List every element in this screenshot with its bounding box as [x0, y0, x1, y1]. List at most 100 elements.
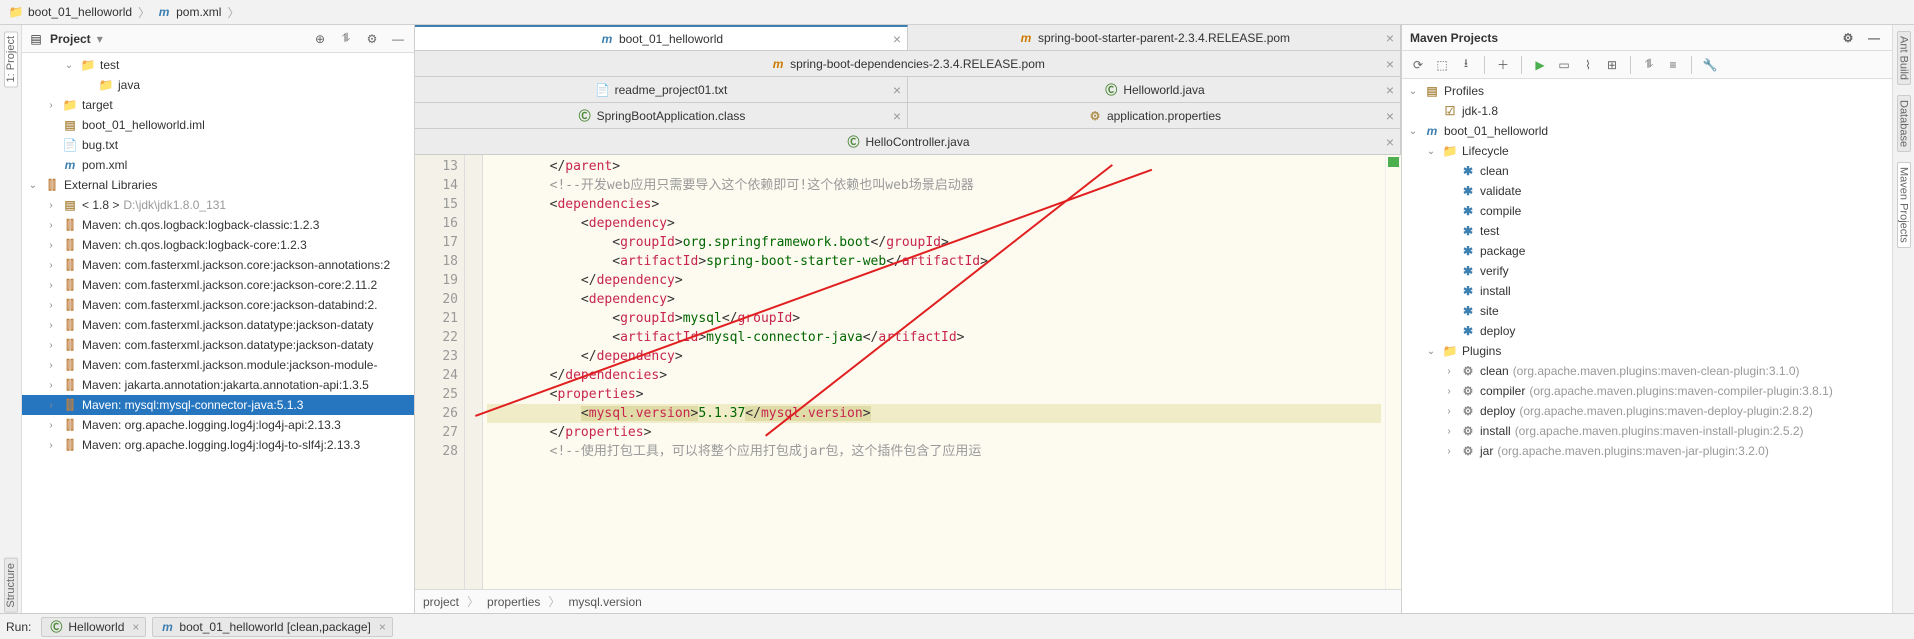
expand-arrow-icon[interactable]: ⌄ — [1406, 86, 1420, 97]
tree-node[interactable]: ›⫿⫿Maven: ch.qos.logback:logback-core:1.… — [22, 235, 414, 255]
maven-node[interactable]: ›⚙install (org.apache.maven.plugins:mave… — [1402, 421, 1892, 441]
code-breadcrumb[interactable]: project〉 properties〉 mysql.version — [415, 589, 1401, 613]
gear-icon[interactable]: ⚙ — [362, 29, 382, 49]
maven-node[interactable]: ✱site — [1402, 301, 1892, 321]
crumb-item[interactable]: project — [423, 595, 459, 609]
tree-node[interactable]: ›⫿⫿Maven: ch.qos.logback:logback-classic… — [22, 215, 414, 235]
chevron-down-icon[interactable]: ▾ — [97, 32, 103, 46]
expand-arrow-icon[interactable]: › — [1442, 426, 1456, 437]
close-icon[interactable]: × — [379, 620, 386, 634]
maven-node[interactable]: ✱deploy — [1402, 321, 1892, 341]
tool-tab-structure[interactable]: Structure — [4, 558, 18, 613]
tree-node[interactable]: 📄bug.txt — [22, 135, 414, 155]
expand-arrow-icon[interactable]: › — [1442, 406, 1456, 417]
maven-node[interactable]: ⌄📁Plugins — [1402, 341, 1892, 361]
wrench-icon[interactable]: 🔧 — [1700, 55, 1720, 75]
close-icon[interactable]: × — [1386, 30, 1394, 46]
expand-arrow-icon[interactable]: › — [44, 440, 58, 451]
maven-node[interactable]: ✱install — [1402, 281, 1892, 301]
breadcrumb-file[interactable]: pom.xml — [176, 5, 221, 19]
maven-node[interactable]: ✱verify — [1402, 261, 1892, 281]
tool-tab-project[interactable]: 1: Project — [4, 31, 18, 87]
add-icon[interactable]: ＋ — [1493, 55, 1513, 75]
close-icon[interactable]: × — [893, 108, 901, 124]
tree-node[interactable]: ›⫿⫿Maven: org.apache.logging.log4j:log4j… — [22, 415, 414, 435]
editor-tab[interactable]: ⒸHelloController.java× — [415, 129, 1401, 154]
tree-node[interactable]: ›📁target — [22, 95, 414, 115]
tree-node[interactable]: ›⫿⫿Maven: com.fasterxml.jackson.datatype… — [22, 315, 414, 335]
tree-node[interactable]: ›⫿⫿Maven: org.apache.logging.log4j:log4j… — [22, 435, 414, 455]
tree-node[interactable]: ›⫿⫿Maven: com.fasterxml.jackson.core:jac… — [22, 275, 414, 295]
run-tab[interactable]: mboot_01_helloworld [clean,package]× — [152, 617, 393, 637]
expand-arrow-icon[interactable]: ⌄ — [62, 60, 76, 71]
maven-node[interactable]: ✱test — [1402, 221, 1892, 241]
editor-tab[interactable]: mspring-boot-dependencies-2.3.4.RELEASE.… — [415, 51, 1401, 76]
tree-node[interactable]: ⌄⫿⫿External Libraries — [22, 175, 414, 195]
expand-arrow-icon[interactable]: › — [44, 200, 58, 211]
hide-icon[interactable]: — — [388, 29, 408, 49]
code-area[interactable]: </parent> <!--开发web应用只需要导入这个依赖即可!这个依赖也叫w… — [483, 155, 1385, 589]
maven-node[interactable]: ✱clean — [1402, 161, 1892, 181]
expand-arrow-icon[interactable]: ⌄ — [1406, 126, 1420, 137]
editor[interactable]: 13141516171819202122232425262728 </paren… — [415, 155, 1401, 589]
tree-node[interactable]: ›⫿⫿Maven: mysql:mysql-connector-java:5.1… — [22, 395, 414, 415]
expand-arrow-icon[interactable]: › — [44, 380, 58, 391]
maven-node[interactable]: ✱validate — [1402, 181, 1892, 201]
expand-arrow-icon[interactable]: › — [44, 100, 58, 111]
close-icon[interactable]: × — [132, 620, 139, 634]
editor-tab[interactable]: 📄readme_project01.txt× — [415, 77, 908, 102]
expand-arrow-icon[interactable]: › — [1442, 446, 1456, 457]
generate-sources-icon[interactable]: ⬚ — [1432, 55, 1452, 75]
expand-arrow-icon[interactable]: › — [44, 420, 58, 431]
locate-icon[interactable]: ⊕ — [310, 29, 330, 49]
tree-node[interactable]: ›⫿⫿Maven: com.fasterxml.jackson.datatype… — [22, 335, 414, 355]
expand-icon[interactable]: ≡ — [1663, 55, 1683, 75]
tree-node[interactable]: ›⫿⫿Maven: com.fasterxml.jackson.core:jac… — [22, 295, 414, 315]
collapse-icon[interactable]: ⥮ — [336, 29, 356, 49]
maven-node[interactable]: ⌄▤Profiles — [1402, 81, 1892, 101]
project-tree[interactable]: ⌄📁test📁java›📁target▤boot_01_helloworld.i… — [22, 53, 414, 613]
expand-arrow-icon[interactable]: › — [44, 400, 58, 411]
close-icon[interactable]: × — [1386, 108, 1394, 124]
maven-node[interactable]: ›⚙jar (org.apache.maven.plugins:maven-ja… — [1402, 441, 1892, 461]
download-icon[interactable]: ⭳ — [1456, 55, 1476, 75]
expand-arrow-icon[interactable]: › — [44, 220, 58, 231]
close-icon[interactable]: × — [893, 31, 901, 47]
execute-icon[interactable]: ▭ — [1554, 55, 1574, 75]
expand-arrow-icon[interactable]: › — [44, 280, 58, 291]
tool-tab-maven[interactable]: Maven Projects — [1897, 162, 1911, 248]
expand-arrow-icon[interactable]: › — [44, 360, 58, 371]
close-icon[interactable]: × — [1386, 134, 1394, 150]
tree-node[interactable]: ›▤< 1.8 > D:\jdk\jdk1.8.0_131 — [22, 195, 414, 215]
breadcrumb-root[interactable]: boot_01_helloworld — [28, 5, 132, 19]
expand-arrow-icon[interactable]: ⌄ — [1424, 146, 1438, 157]
refresh-icon[interactable]: ⟳ — [1408, 55, 1428, 75]
maven-node[interactable]: ›⚙deploy (org.apache.maven.plugins:maven… — [1402, 401, 1892, 421]
editor-tab[interactable]: ⒸHelloworld.java× — [908, 77, 1401, 102]
tree-node[interactable]: ›⫿⫿Maven: jakarta.annotation:jakarta.ann… — [22, 375, 414, 395]
close-icon[interactable]: × — [893, 82, 901, 98]
maven-tree[interactable]: ⌄▤Profiles☑jdk-1.8⌄mboot_01_helloworld⌄📁… — [1402, 79, 1892, 613]
expand-arrow-icon[interactable]: › — [44, 260, 58, 271]
tree-node[interactable]: ›⫿⫿Maven: com.fasterxml.jackson.core:jac… — [22, 255, 414, 275]
close-icon[interactable]: × — [1386, 56, 1394, 72]
expand-arrow-icon[interactable]: › — [44, 300, 58, 311]
collapse-all-icon[interactable]: ⥮ — [1639, 55, 1659, 75]
tree-node[interactable]: ▤boot_01_helloworld.iml — [22, 115, 414, 135]
tree-node[interactable]: ⌄📁test — [22, 55, 414, 75]
crumb-item[interactable]: properties — [487, 595, 540, 609]
maven-node[interactable]: ›⚙clean (org.apache.maven.plugins:maven-… — [1402, 361, 1892, 381]
expand-arrow-icon[interactable]: ⌄ — [1424, 346, 1438, 357]
maven-node[interactable]: ✱package — [1402, 241, 1892, 261]
tree-node[interactable]: mpom.xml — [22, 155, 414, 175]
run-icon[interactable]: ▶ — [1530, 55, 1550, 75]
expand-arrow-icon[interactable]: › — [44, 340, 58, 351]
expand-arrow-icon[interactable]: › — [1442, 366, 1456, 377]
toggle-skip-tests-icon[interactable]: ⌇ — [1578, 55, 1598, 75]
maven-node[interactable]: ⌄📁Lifecycle — [1402, 141, 1892, 161]
editor-tab[interactable]: ⚙application.properties× — [908, 103, 1401, 128]
tool-tab-ant[interactable]: Ant Build — [1897, 31, 1911, 85]
close-icon[interactable]: × — [1386, 82, 1394, 98]
maven-node[interactable]: ✱compile — [1402, 201, 1892, 221]
editor-tab[interactable]: ⒸSpringBootApplication.class× — [415, 103, 908, 128]
